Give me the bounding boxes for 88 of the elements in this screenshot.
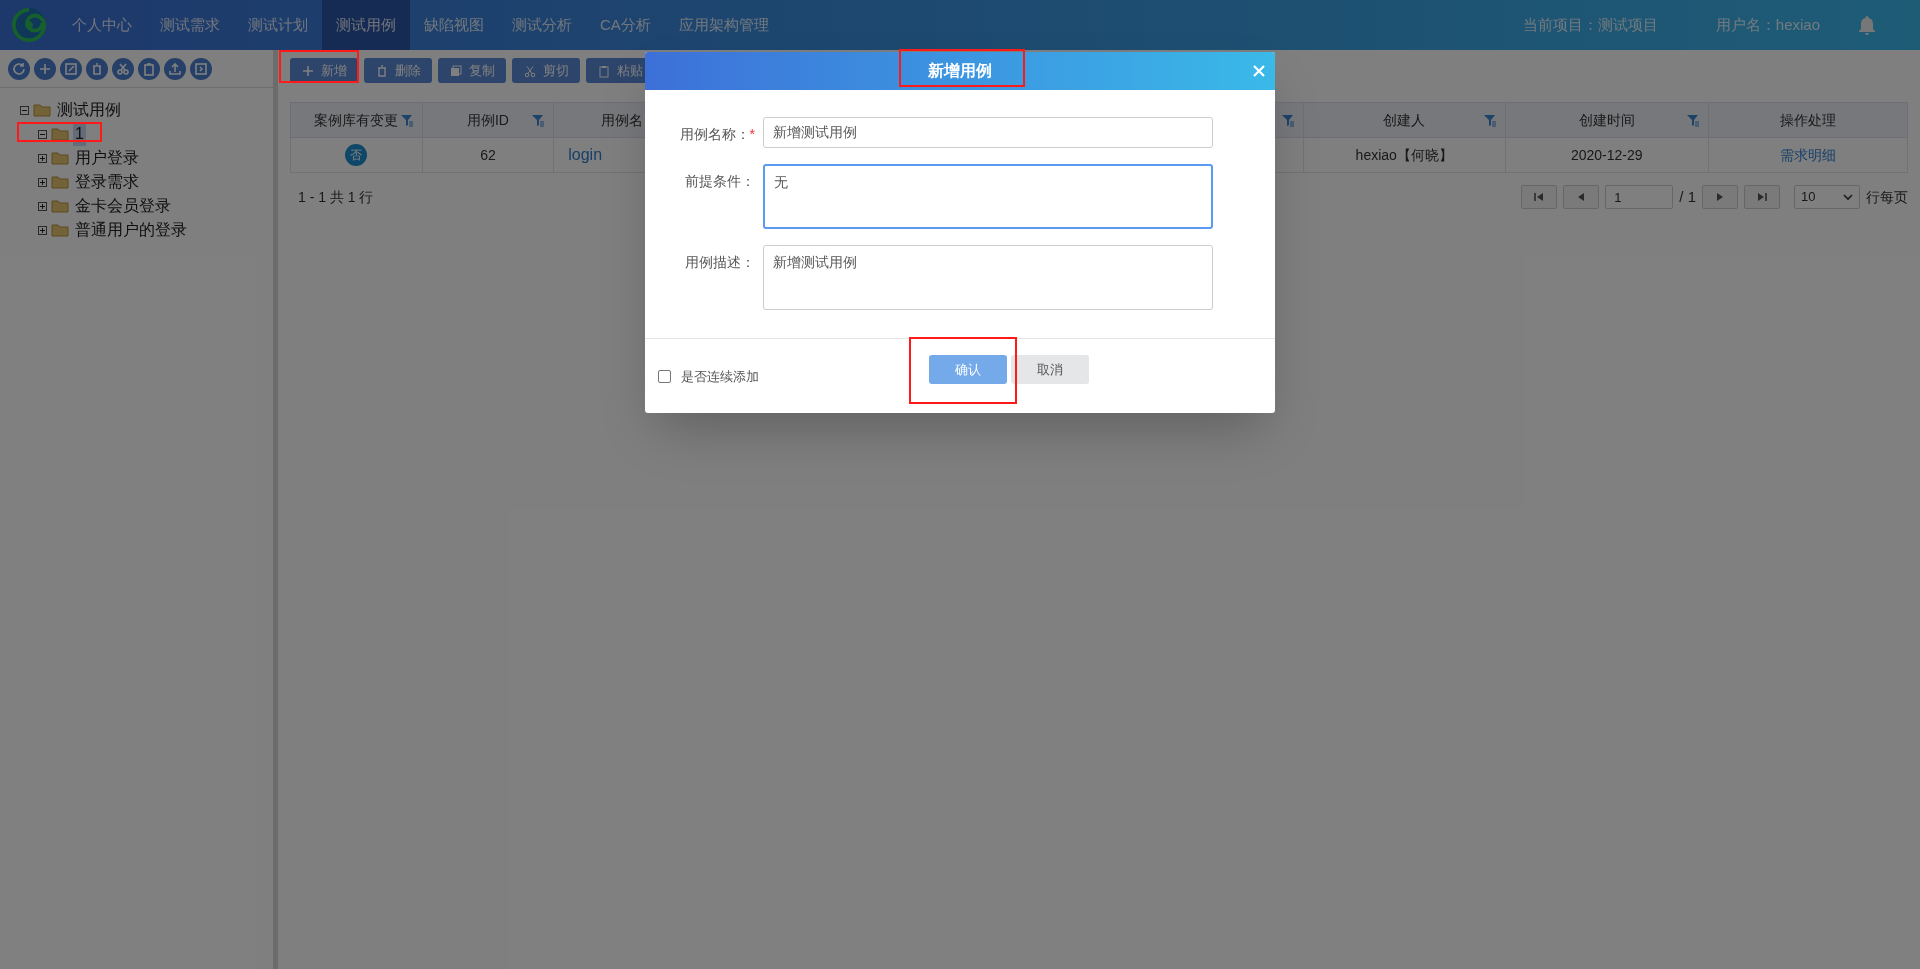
bell-icon[interactable] — [1858, 15, 1876, 35]
table-link[interactable]: login — [554, 146, 603, 163]
collapse-icon[interactable] — [38, 129, 47, 139]
filter-icon[interactable] — [1483, 114, 1497, 127]
dialog-button[interactable]: 取消 — [1011, 355, 1089, 384]
page-size-select[interactable]: 10 — [1794, 185, 1860, 209]
column-title: 创建时间 — [1578, 110, 1635, 130]
export-icon[interactable] — [190, 57, 212, 80]
expand-icon[interactable] — [38, 153, 47, 163]
required-mark: * — [749, 125, 755, 144]
field-label: 用例名称： — [679, 125, 750, 144]
nav-tab[interactable]: 测试计划 — [234, 0, 322, 50]
last-page-icon — [1756, 191, 1768, 203]
nav-tab[interactable]: 测试用例 — [322, 0, 410, 50]
expand-icon[interactable] — [38, 201, 47, 211]
close-icon[interactable] — [1253, 65, 1265, 77]
status-badge: 否 — [345, 144, 368, 166]
expand-icon[interactable] — [38, 177, 47, 187]
expand-icon[interactable] — [38, 225, 47, 235]
nav-tab[interactable]: 应用架构管理 — [664, 0, 783, 50]
tree-item[interactable]: 普通用户的登录 — [73, 218, 189, 242]
filter-icon[interactable] — [1280, 114, 1295, 127]
folder-icon — [33, 103, 51, 117]
pager-button[interactable] — [1563, 185, 1600, 209]
toolbar-button[interactable]: 剪切 — [512, 58, 580, 83]
trash-icon — [375, 63, 389, 78]
folder-icon — [51, 199, 69, 213]
logo-icon — [10, 6, 48, 44]
edit-icon[interactable] — [60, 57, 82, 80]
pager-button[interactable] — [1702, 185, 1738, 209]
paste-icon[interactable] — [138, 57, 160, 80]
table-link[interactable]: 需求明细 — [1779, 146, 1836, 163]
column-title: 案例库有变更 — [314, 110, 399, 130]
add-icon[interactable] — [34, 57, 56, 80]
upload-icon[interactable] — [164, 57, 186, 80]
tree-item[interactable]: 用户登录 — [73, 146, 141, 170]
tree-item[interactable]: 登录需求 — [73, 170, 141, 194]
table-cell: 62 — [480, 146, 496, 163]
collapse-icon[interactable] — [20, 105, 29, 115]
first-page-icon — [1533, 191, 1546, 203]
refresh-icon[interactable] — [8, 57, 30, 80]
row-summary: 1 - 1 共 1 行 — [297, 187, 374, 207]
nav-tab[interactable]: 测试分析 — [498, 0, 586, 50]
field-label: 用例描述： — [685, 253, 755, 272]
text-area[interactable]: 新增测试用例 — [763, 245, 1213, 310]
copy-icon — [449, 63, 463, 78]
column-title: 用例名 — [601, 110, 644, 130]
nav-tab[interactable]: 测试需求 — [146, 0, 234, 50]
chevron-down-icon — [1843, 193, 1853, 201]
username: 用户名：hexiao — [1715, 14, 1820, 35]
per-page-label: 行每页 — [1866, 187, 1908, 207]
current-project: 当前项目：测试项目 — [1522, 14, 1658, 35]
folder-icon — [51, 223, 69, 237]
checkbox[interactable] — [658, 370, 671, 384]
folder-icon — [51, 175, 69, 189]
delete-icon[interactable] — [86, 57, 108, 80]
table-cell: hexiao【何晓】 — [1355, 146, 1453, 163]
text-area[interactable]: 无 — [763, 164, 1213, 229]
pager-button[interactable] — [1521, 185, 1558, 209]
filter-icon[interactable] — [1685, 114, 1700, 127]
page-input[interactable]: 1 — [1605, 185, 1674, 209]
dialog-title: 新增用例 — [928, 61, 992, 81]
column-title: 操作处理 — [1779, 110, 1836, 130]
page-total: / 1 — [1679, 186, 1696, 207]
tree-item[interactable]: 测试用例 — [55, 98, 123, 122]
folder-icon — [51, 127, 69, 141]
table-cell: 2020-12-29 — [1570, 146, 1643, 163]
filter-icon[interactable] — [399, 114, 414, 127]
tree-item[interactable]: 金卡会员登录 — [73, 194, 173, 218]
plus-icon — [301, 63, 315, 78]
nav-tab[interactable]: CA分析 — [586, 0, 665, 50]
column-title: 用例ID — [466, 110, 509, 130]
input-field[interactable]: 新增测试用例 — [763, 117, 1213, 148]
checkbox-label: 是否连续添加 — [681, 368, 759, 386]
filter-icon[interactable] — [531, 114, 546, 127]
toolbar-button[interactable]: 复制 — [438, 58, 506, 83]
toolbar-button[interactable]: 删除 — [364, 58, 432, 83]
column-title: 创建人 — [1383, 110, 1426, 130]
scissors-icon[interactable] — [112, 57, 134, 80]
field-label: 前提条件： — [685, 172, 755, 191]
toolbar-button[interactable]: 新增 — [290, 58, 358, 83]
clipboard-icon — [597, 63, 611, 78]
pager-button[interactable] — [1744, 185, 1780, 209]
nav-tab[interactable]: 个人中心 — [58, 0, 146, 50]
folder-icon — [51, 151, 69, 165]
dialog-button[interactable]: 确认 — [929, 355, 1007, 384]
nav-tab[interactable]: 缺陷视图 — [410, 0, 498, 50]
scissors-icon — [523, 63, 537, 78]
